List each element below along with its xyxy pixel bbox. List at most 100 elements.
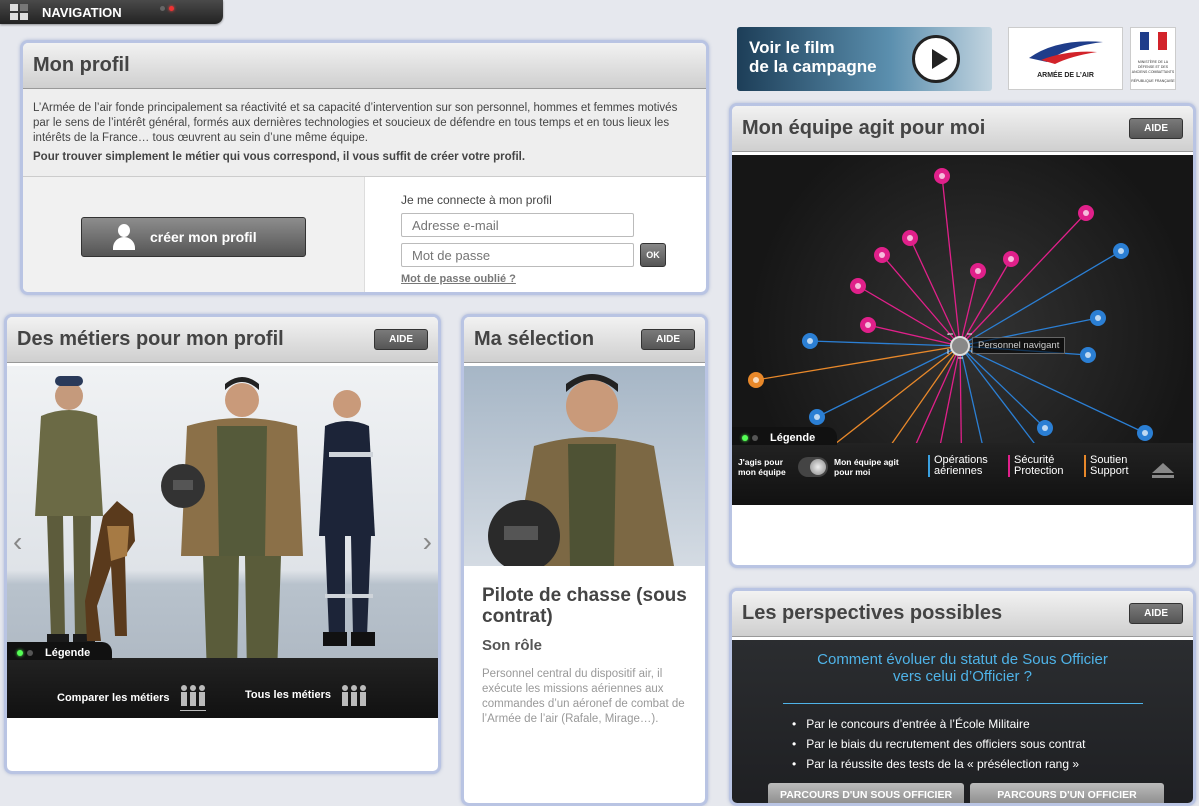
network-node[interactable] [874,247,890,263]
selection-panel: Ma sélection AIDE Pilote de chasse (sous… [461,314,708,806]
network-node[interactable] [1080,347,1096,363]
question-line2: vers celui d’Officier ? [893,668,1032,685]
jobs-header: Des métiers pour mon profil AIDE [7,317,438,363]
network-node[interactable] [860,317,876,333]
grid-icon [10,4,28,20]
network-node[interactable] [809,409,825,425]
navigation-label: NAVIGATION [42,4,122,20]
french-flag-icon [1140,32,1167,50]
play-icon[interactable] [912,35,960,83]
selection-header: Ma sélection AIDE [464,317,705,363]
network-node[interactable] [748,372,764,388]
compare-jobs-label: Comparer les métiers [57,692,170,704]
category-support[interactable]: Soutien Support [1084,455,1144,477]
ministry-logo[interactable]: MINISTÈRE DE LA DÉFENSE ET DES ANCIENS C… [1130,27,1176,90]
network-node[interactable] [850,278,866,294]
navigation-tab[interactable]: NAVIGATION [0,0,223,24]
create-profile-button[interactable]: créer mon profil [81,217,306,257]
network-node[interactable] [902,230,918,246]
perspectives-title: Les perspectives possibles [742,602,1003,624]
create-profile-area: créer mon profil [23,177,365,292]
jobs-panel: Des métiers pour mon profil AIDE ‹ › Lég… [4,314,441,774]
network-node[interactable] [1137,425,1153,441]
armee-de-lair-logo[interactable]: ARMÉE DE L’AIR [1008,27,1123,90]
profile-intro-bold: Pour trouver simplement le métier qui vo… [33,151,526,163]
perspectives-question: Comment évoluer du statut de Sous Offici… [732,651,1193,685]
network-node[interactable] [1090,310,1106,326]
network-link [755,345,961,381]
perspectives-header: Les perspectives possibles AIDE [732,591,1193,637]
toggle-left-label: J'agis pour mon équipe [738,457,786,477]
network-link [909,237,961,347]
selection-help-button[interactable]: AIDE [641,329,695,350]
team-network: Personnel navigant Légende J'agis pour m… [732,155,1193,505]
jobs-carousel: ‹ › Légende Comparer les métiers Tous le… [7,366,438,718]
campaign-video-banner[interactable]: Voir le film de la campagne [737,27,992,91]
collapse-arrow-icon[interactable] [1152,463,1174,473]
people-group-icon [179,685,206,711]
dog-figure [85,501,135,641]
network-node[interactable] [802,333,818,349]
profile-header: Mon profil [23,43,706,89]
role-heading: Son rôle [482,637,543,654]
network-node[interactable] [934,168,950,184]
network-link [881,254,961,347]
network-link [959,250,1122,347]
team-header: Mon équipe agit pour moi AIDE [732,106,1193,152]
separator [782,703,1143,704]
list-item: Par la réussite des tests de la « présél… [792,754,1193,774]
perspectives-panel: Les perspectives possibles AIDE Comment … [729,588,1196,806]
team-legend-label: Légende [770,431,816,444]
selection-title: Ma sélection [474,328,595,350]
ministry-text: MINISTÈRE DE LA DÉFENSE ET DES ANCIENS C… [1131,60,1175,74]
email-input[interactable] [401,213,634,237]
sous-officier-path-button[interactable]: PARCOURS D'UN SOUS OFFICIER [768,783,964,803]
wing-emblem-icon [1029,41,1103,64]
jobs-help-button[interactable]: AIDE [374,329,428,350]
team-help-button[interactable]: AIDE [1129,118,1183,139]
team-title: Mon équipe agit pour moi [742,117,986,139]
team-legend-tab[interactable]: Légende [732,427,838,445]
toggle-right-label: Mon équipe agit pour moi [834,457,899,477]
jobs-legend-tab[interactable]: Légende [7,642,113,660]
ok-button[interactable]: OK [640,243,666,267]
job-title: Pilote de chasse (sous contrat) [482,585,687,627]
network-node[interactable] [1078,205,1094,221]
all-jobs-label: Tous les métiers [245,689,331,701]
network-node[interactable] [1037,420,1053,436]
all-jobs-link[interactable]: Tous les métiers [245,682,369,708]
list-item: Par le concours d’entrée à l’École Milit… [792,714,1193,734]
network-node[interactable] [1003,251,1019,267]
user-icon [112,224,136,250]
collapse-bar-icon [1152,475,1174,478]
armee-logo-text: ARMÉE DE L’AIR [1037,72,1094,79]
profile-intro-text: L’Armée de l’air fonde principalement sa… [33,102,678,144]
center-node-label: Personnel navigant [972,337,1066,354]
people-group-icon [342,685,366,706]
carousel-prev-arrow[interactable]: ‹ [13,526,22,558]
jobs-title: Des métiers pour mon profil [17,328,284,350]
password-input[interactable] [401,243,634,267]
team-panel: Mon équipe agit pour moi AIDE Personnel … [729,103,1196,568]
network-node[interactable] [970,263,986,279]
forgot-password-link[interactable]: Mot de passe oublié ? [401,273,634,285]
status-lights [160,6,174,11]
network-link [809,340,961,347]
republic-text: RÉPUBLIQUE FRANÇAISE [1131,79,1175,83]
network-link [857,285,961,347]
job-description: Personnel central du dispositif air, il … [482,668,685,725]
list-item: Par le biais du recrutement des officier… [792,734,1193,754]
category-operations[interactable]: Opérations aériennes [928,455,1000,477]
team-bottom-bar: Légende J'agis pour mon équipe Mon équip… [732,427,1193,505]
pilot-figure [161,377,303,694]
category-security[interactable]: Sécurité Protection [1008,455,1080,477]
perspectives-help-button[interactable]: AIDE [1129,603,1183,624]
officier-path-button[interactable]: PARCOURS D'UN OFFICIER [970,783,1164,803]
network-node[interactable] [1113,243,1129,259]
network-link [959,345,1146,434]
compare-jobs-link[interactable]: Comparer les métiers [57,682,208,714]
profile-title: Mon profil [33,54,130,76]
direction-toggle[interactable] [798,457,828,477]
login-label: Je me connecte à mon profil [401,193,552,207]
carousel-next-arrow[interactable]: › [423,526,432,558]
